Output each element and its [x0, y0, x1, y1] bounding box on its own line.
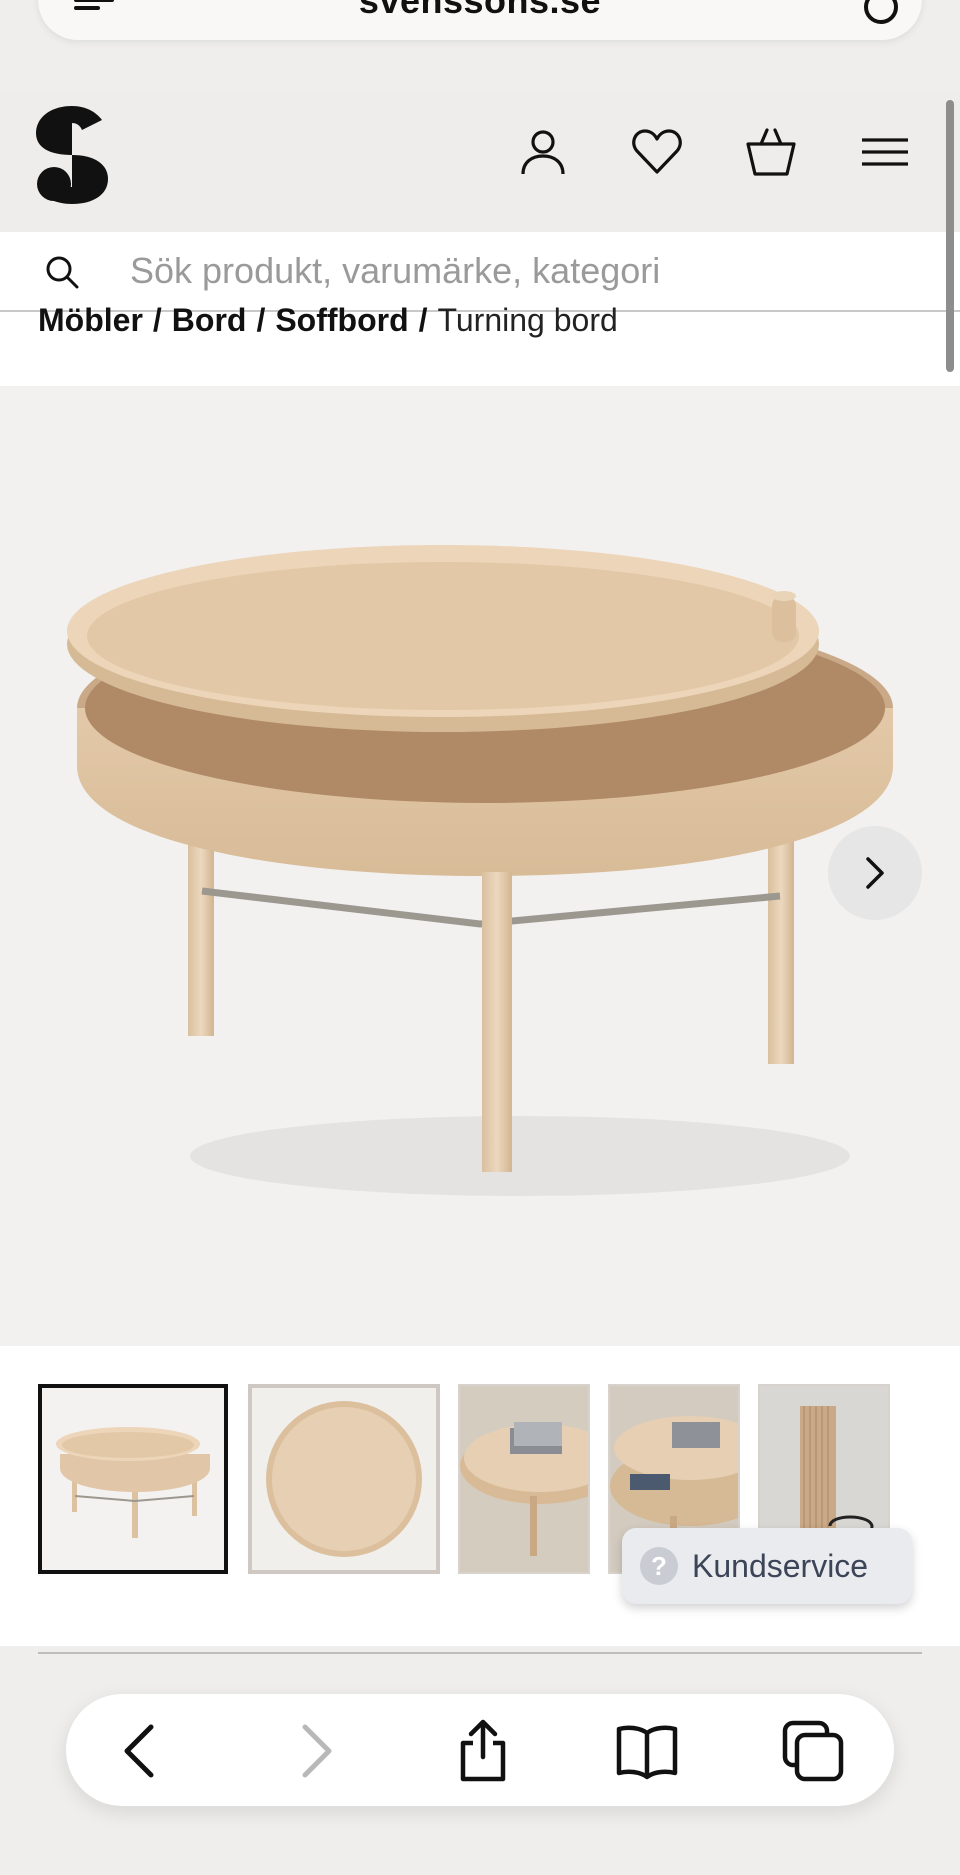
next-image-button[interactable] [828, 826, 922, 920]
thumbnail-1[interactable] [38, 1384, 228, 1574]
search-icon [46, 256, 79, 289]
breadcrumb-item[interactable]: Bord [172, 302, 247, 338]
breadcrumb-separator: / [418, 302, 428, 338]
menu-icon [862, 138, 908, 166]
tabs-icon [782, 1720, 844, 1782]
thumbnail-3[interactable] [458, 1384, 590, 1574]
account-button[interactable] [486, 120, 600, 184]
tabs-button[interactable] [778, 1716, 848, 1786]
heart-icon [632, 129, 682, 174]
search-input[interactable]: Sök produkt, varumärke, kategori [130, 250, 660, 292]
book-icon [616, 1725, 678, 1780]
forward-icon [302, 1724, 332, 1778]
breadcrumb: Möbler / Bord / Soffbord / Turning bord [0, 302, 960, 386]
chevron-right-icon [866, 857, 884, 889]
forward-button[interactable] [280, 1716, 350, 1786]
browser-toolbar [66, 1694, 894, 1806]
product-image [67, 545, 893, 1196]
help-icon: ? [640, 1547, 678, 1585]
thumbnail-image [42, 1388, 224, 1570]
cart-button[interactable] [714, 120, 828, 184]
bookmarks-button[interactable] [612, 1716, 682, 1786]
breadcrumb-separator: / [152, 302, 162, 338]
thumbnail-image [252, 1388, 436, 1570]
divider [38, 1652, 922, 1654]
breadcrumb-separator: / [256, 302, 266, 338]
share-icon [460, 1719, 506, 1782]
svenssons-logo[interactable] [36, 106, 108, 204]
user-icon [521, 130, 565, 175]
customer-service-button[interactable]: ? Kundservice [622, 1528, 912, 1604]
thumbnail-image [460, 1386, 588, 1572]
back-icon [124, 1724, 154, 1778]
breadcrumb-current: Turning bord [437, 302, 618, 338]
customer-service-label: Kundservice [692, 1547, 869, 1584]
url-bar[interactable]: svenssons.se [38, 0, 922, 40]
thumbnail-2[interactable] [248, 1384, 440, 1574]
breadcrumb-item[interactable]: Möbler [38, 302, 143, 338]
site-header [0, 92, 960, 232]
scrollbar[interactable] [946, 100, 954, 372]
basket-icon [746, 128, 796, 176]
url-domain[interactable]: svenssons.se [38, 0, 922, 22]
breadcrumb-item[interactable]: Soffbord [275, 302, 408, 338]
wishlist-button[interactable] [600, 120, 714, 184]
page: svenssons.se Sök produkt, varumärke, kat… [0, 0, 960, 1875]
product-gallery[interactable] [0, 386, 960, 1346]
back-button[interactable] [106, 1716, 176, 1786]
search-bar[interactable]: Sök produkt, varumärke, kategori [0, 232, 960, 312]
share-button[interactable] [448, 1716, 518, 1786]
main-menu-button[interactable] [828, 120, 942, 184]
